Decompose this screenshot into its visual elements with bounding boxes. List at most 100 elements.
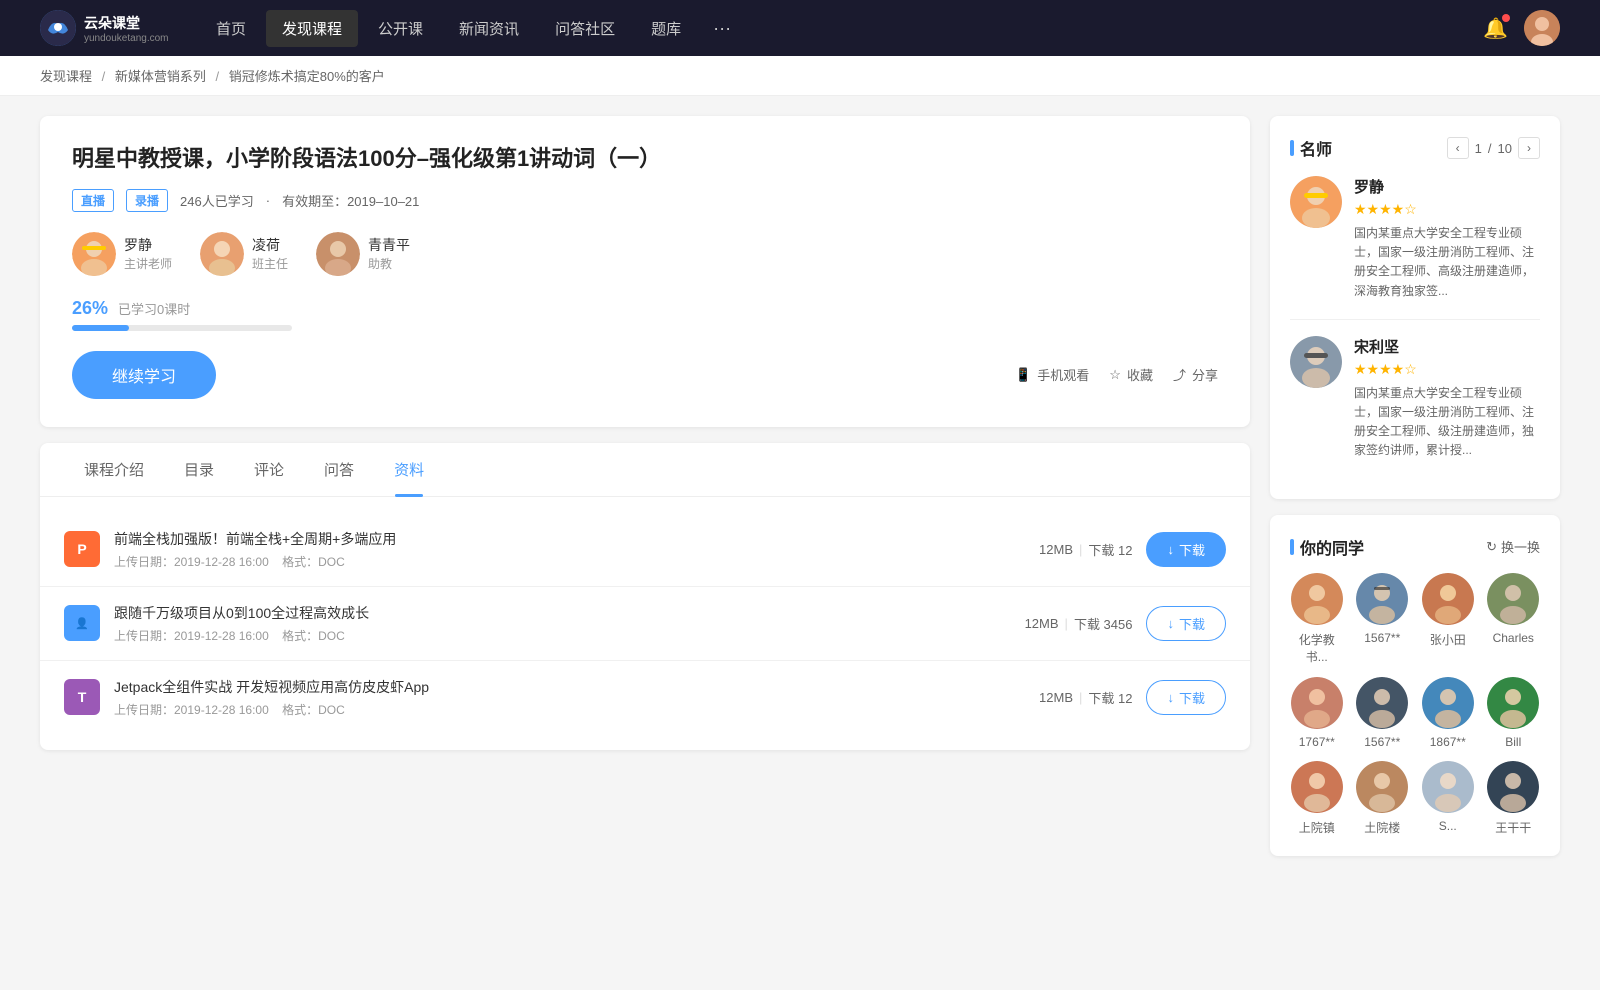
nav-quiz[interactable]: 题库 (635, 10, 697, 47)
progress-bar-fill (72, 325, 129, 331)
student-name-12: 王干干 (1495, 819, 1531, 836)
student-name-10: 土院楼 (1364, 819, 1400, 836)
teacher-2: 凌荷 班主任 (200, 232, 288, 276)
left-panel: 明星中教授课，小学阶段语法100分–强化级第1讲动词（一） 直播 录播 246人… (40, 116, 1250, 872)
course-meta: 直播 录播 246人已学习 · 有效期至：2019–10–21 (72, 189, 1218, 212)
tab-catalog[interactable]: 目录 (164, 443, 234, 496)
main-layout: 明星中教授课，小学阶段语法100分–强化级第1讲动词（一） 直播 录播 246人… (0, 96, 1600, 892)
student-avatar-7 (1422, 677, 1474, 729)
mobile-view-button[interactable]: 📱 手机观看 (1015, 365, 1089, 384)
file-format-3: 格式：DOC (282, 703, 345, 717)
student-avatar-8 (1487, 677, 1539, 729)
tab-comments[interactable]: 评论 (234, 443, 304, 496)
teacher-3-role: 助教 (368, 255, 410, 272)
breadcrumb-series[interactable]: 新媒体营销系列 (115, 69, 206, 84)
tabs-content: P 前端全栈加强版！前端全栈+全周期+多端应用 上传日期：2019-12-28 … (40, 497, 1250, 750)
teachers-card-header: 名师 ‹ 1 / 10 › (1290, 136, 1540, 160)
page-next[interactable]: › (1518, 137, 1540, 159)
file-sep-2: | (1065, 616, 1068, 631)
student-1: 化学教书... (1290, 573, 1344, 665)
student-avatar-5 (1291, 677, 1343, 729)
share-button[interactable]: ⤴ 分享 (1173, 365, 1218, 384)
student-12: 王干干 (1487, 761, 1541, 836)
file-format-2: 格式：DOC (282, 629, 345, 643)
file-downloads-2: 下载 3456 (1074, 614, 1133, 633)
page-total: 10 (1498, 141, 1512, 156)
continue-button[interactable]: 继续学习 (72, 351, 216, 399)
file-size-3: 12MB (1039, 690, 1073, 705)
progress-bar-bg (72, 325, 292, 331)
file-meta-1: 上传日期：2019-12-28 16:00 格式：DOC (114, 553, 978, 570)
nav-open[interactable]: 公开课 (362, 10, 439, 47)
user-avatar-header[interactable] (1524, 10, 1560, 46)
student-avatar-12 (1487, 761, 1539, 813)
tab-intro[interactable]: 课程介绍 (64, 443, 164, 496)
student-avatar-10 (1356, 761, 1408, 813)
student-avatar-3 (1422, 573, 1474, 625)
collect-button[interactable]: ☆ 收藏 (1109, 365, 1153, 384)
student-name-2: 1567** (1364, 631, 1400, 645)
file-meta-3: 上传日期：2019-12-28 16:00 格式：DOC (114, 701, 978, 718)
student-7: 1867** (1421, 677, 1475, 749)
teacher-3-name: 青青平 (368, 235, 410, 255)
logo[interactable]: 云朵课堂 yundouketang.com (40, 10, 170, 46)
student-avatar-9 (1291, 761, 1343, 813)
file-sep-3: | (1079, 690, 1082, 705)
nav-more[interactable]: ··· (701, 10, 743, 47)
teacher-card-right-2: 宋利坚 ★★★★☆ 国内某重点大学安全工程专业硕士，国家一级注册消防工程师、注册… (1354, 336, 1540, 461)
nav-news[interactable]: 新闻资讯 (443, 10, 535, 47)
teacher-3-avatar (316, 232, 360, 276)
file-format-1: 格式：DOC (282, 555, 345, 569)
download-button-2[interactable]: ↓ 下载 (1146, 606, 1226, 641)
teacher-card-avatar-1 (1290, 176, 1342, 228)
refresh-students-button[interactable]: ↻ 换一换 (1486, 537, 1540, 556)
collect-icon: ☆ (1109, 367, 1121, 383)
mobile-label: 手机观看 (1037, 365, 1089, 384)
progress-label: 26% 已学习0课时 (72, 298, 1218, 319)
refresh-icon: ↻ (1486, 539, 1497, 555)
teacher-2-avatar (200, 232, 244, 276)
breadcrumb-discover[interactable]: 发现课程 (40, 69, 92, 84)
file-name-2: 跟随千万级项目从0到100全过程高效成长 (114, 603, 978, 623)
download-button-1[interactable]: ↓ 下载 (1146, 532, 1226, 567)
file-icon-3: T (64, 679, 100, 715)
action-row: 继续学习 📱 手机观看 ☆ 收藏 ⤴ 分享 (72, 351, 1218, 399)
teacher-2-info: 凌荷 班主任 (252, 235, 288, 272)
tab-materials[interactable]: 资料 (374, 443, 444, 496)
teacher-card-avatar-2 (1290, 336, 1342, 388)
student-avatar-2 (1356, 573, 1408, 625)
nav-qa[interactable]: 问答社区 (539, 10, 631, 47)
main-nav: 首页 发现课程 公开课 新闻资讯 问答社区 题库 ··· (200, 10, 1453, 47)
right-panel: 名师 ‹ 1 / 10 › (1270, 116, 1560, 872)
teacher-1-role: 主讲老师 (124, 255, 172, 272)
file-name-1: 前端全栈加强版！前端全栈+全周期+多端应用 (114, 529, 978, 549)
teacher-divider (1290, 319, 1540, 320)
meta-dot: · (266, 193, 270, 208)
notification-bell[interactable]: 🔔 (1483, 16, 1508, 41)
file-info-1: 前端全栈加强版！前端全栈+全周期+多端应用 上传日期：2019-12-28 16… (114, 529, 978, 570)
teachers-card: 名师 ‹ 1 / 10 › (1270, 116, 1560, 499)
student-avatar-1 (1291, 573, 1343, 625)
share-label: 分享 (1192, 365, 1218, 384)
breadcrumb-current[interactable]: 销冠修炼术搞定80%的客户 (229, 69, 385, 84)
page-prev[interactable]: ‹ (1447, 137, 1469, 159)
student-4: Charles (1487, 573, 1541, 665)
file-info-2: 跟随千万级项目从0到100全过程高效成长 上传日期：2019-12-28 16:… (114, 603, 978, 644)
teacher-1-name: 罗静 (124, 235, 172, 255)
file-info-3: Jetpack全组件实战 开发短视频应用高仿皮皮虾App 上传日期：2019-1… (114, 677, 978, 718)
progress-pct: 26% (72, 298, 108, 319)
download-button-3[interactable]: ↓ 下载 (1146, 680, 1226, 715)
page-slash: / (1488, 141, 1492, 156)
download-label-2: 下载 (1179, 614, 1205, 633)
nav-home[interactable]: 首页 (200, 10, 262, 47)
teacher-card-desc-1: 国内某重点大学安全工程专业硕士，国家一级注册消防工程师、注册安全工程师、高级注册… (1354, 224, 1540, 301)
tabs-nav: 课程介绍 目录 评论 问答 资料 (40, 443, 1250, 497)
logo-sub: yundouketang.com (84, 33, 169, 44)
course-card: 明星中教授课，小学阶段语法100分–强化级第1讲动词（一） 直播 录播 246人… (40, 116, 1250, 427)
nav-discover[interactable]: 发现课程 (266, 10, 358, 47)
tab-qa[interactable]: 问答 (304, 443, 374, 496)
students-grid: 化学教书... 1567** (1290, 573, 1540, 836)
file-icon-1: P (64, 531, 100, 567)
student-10: 土院楼 (1356, 761, 1410, 836)
download-icon-3: ↓ (1167, 690, 1174, 705)
